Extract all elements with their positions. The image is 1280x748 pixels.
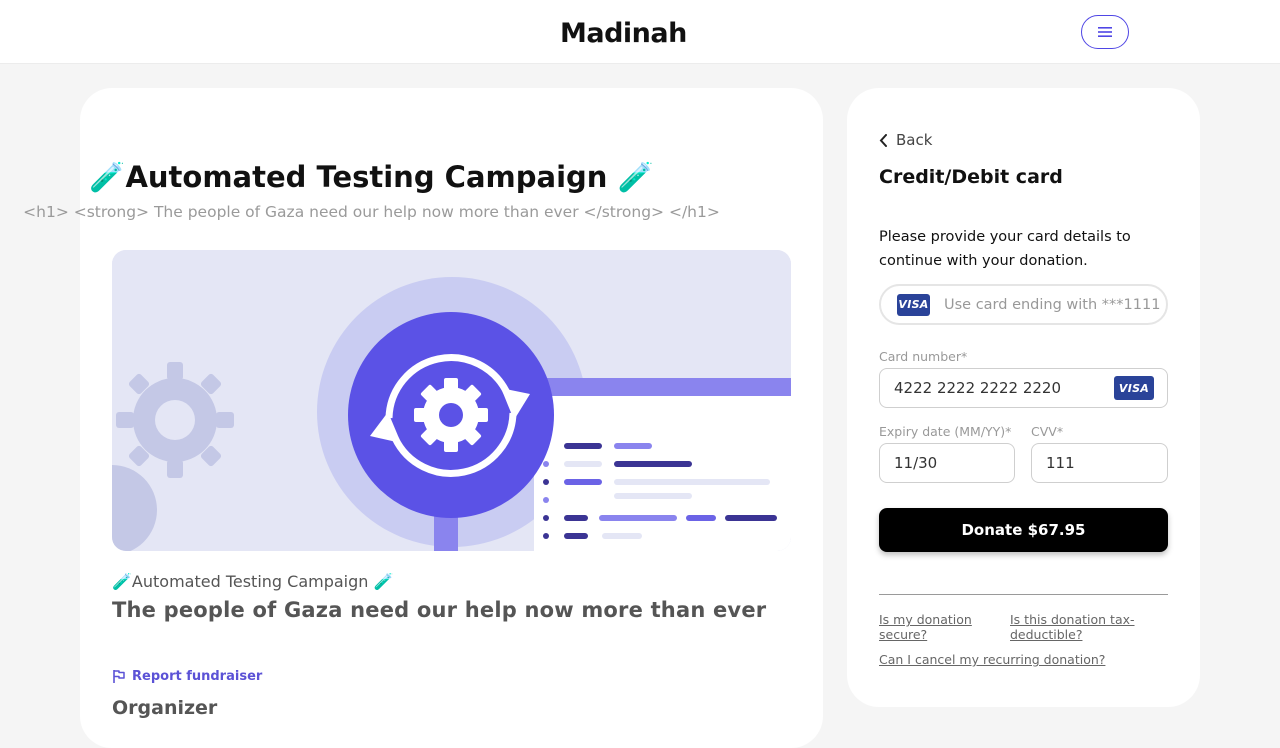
- cvv-field[interactable]: 111: [1031, 443, 1168, 483]
- report-fundraiser-link[interactable]: Report fundraiser: [112, 669, 262, 684]
- top-header: Madinah: [0, 0, 1280, 64]
- report-label: Report fundraiser: [132, 669, 263, 684]
- expiry-value: 11/30: [894, 454, 938, 472]
- campaign-headline: The people of Gaza need our help now mor…: [112, 598, 767, 622]
- payment-description: Please provide your card details to cont…: [879, 229, 1131, 269]
- cvv-value: 111: [1046, 454, 1075, 472]
- organizer-heading: Organizer: [112, 697, 218, 719]
- card-number-label: Card number*: [879, 349, 968, 364]
- chevron-left-icon: [879, 133, 887, 147]
- logo-text: Madinah: [560, 18, 687, 49]
- cvv-label: CVV*: [1031, 424, 1064, 439]
- campaign-hero-image: [112, 250, 791, 551]
- flag-icon: [113, 670, 125, 683]
- saved-card-option[interactable]: VISA Use card ending with ***1111: [879, 284, 1168, 325]
- faq-link-tax[interactable]: Is this donation tax-deductible?: [1010, 612, 1160, 642]
- faq-link-secure[interactable]: Is my donation secure?: [879, 612, 991, 642]
- visa-icon: VISA: [1114, 376, 1154, 400]
- hamburger-icon: [1098, 27, 1112, 37]
- visa-icon: VISA: [897, 293, 930, 316]
- expiry-label: Expiry date (MM/YY)*: [879, 424, 1012, 439]
- campaign-title: 🧪Automated Testing Campaign 🧪: [89, 160, 654, 194]
- payment-title: Credit/Debit card: [879, 166, 1063, 188]
- campaign-subtitle: <h1> <strong> The people of Gaza need ou…: [23, 203, 720, 221]
- saved-card-text: Use card ending with ***1111: [944, 296, 1161, 313]
- madinah-logo[interactable]: Madinah: [560, 14, 687, 50]
- donate-button[interactable]: Donate $67.95: [879, 508, 1168, 552]
- back-button[interactable]: Back: [879, 131, 932, 149]
- divider: [879, 594, 1168, 595]
- card-number-field[interactable]: 4222 2222 2222 2220 VISA: [879, 368, 1168, 408]
- back-label: Back: [896, 131, 933, 149]
- menu-button[interactable]: [1081, 15, 1129, 49]
- faq-link-cancel[interactable]: Can I cancel my recurring donation?: [879, 652, 1159, 667]
- card-number-value: 4222 2222 2222 2220: [894, 379, 1061, 397]
- expiry-field[interactable]: 11/30: [879, 443, 1015, 483]
- campaign-small-title: 🧪Automated Testing Campaign 🧪: [112, 572, 394, 591]
